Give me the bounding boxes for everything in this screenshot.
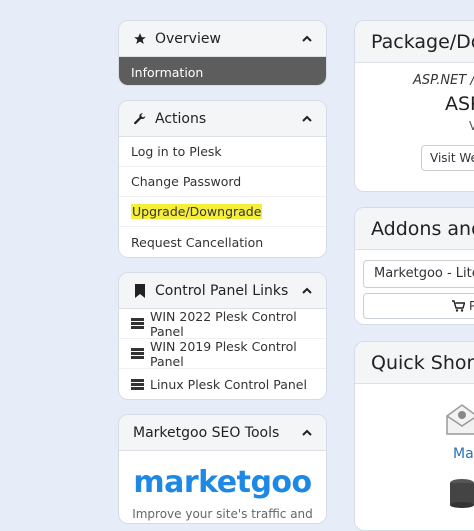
package-title: Package/Do xyxy=(355,21,474,63)
action-label: Log in to Plesk xyxy=(131,144,222,159)
link-linux-plesk[interactable]: Linux Plesk Control Panel xyxy=(119,369,326,399)
link-win-2022-plesk[interactable]: WIN 2022 Plesk Control Panel xyxy=(119,309,326,339)
package-line1: ASP.NET / xyxy=(413,73,474,88)
addon-purchase-button[interactable]: P xyxy=(363,293,474,319)
action-label: Change Password xyxy=(131,174,242,189)
visit-website-button[interactable]: Visit Web xyxy=(421,145,474,171)
overview-header[interactable]: Overview xyxy=(119,21,326,57)
quick-shortcut-label[interactable]: Ma xyxy=(453,446,474,462)
star-icon xyxy=(133,32,147,46)
actions-panel: Actions Log in to Plesk Change Password … xyxy=(118,100,327,258)
overview-title: Overview xyxy=(155,30,221,47)
action-change-password[interactable]: Change Password xyxy=(119,167,326,197)
link-label: WIN 2022 Plesk Control Panel xyxy=(150,308,297,339)
package-line3: V xyxy=(469,119,474,133)
package-panel: Package/Do ASP.NET / ASP V Visit Web xyxy=(354,20,474,192)
addon-button-label: P xyxy=(469,299,474,313)
control-panel-links-title: Control Panel Links xyxy=(155,282,289,299)
addons-panel: Addons and Marketgoo - Lite P xyxy=(354,207,474,325)
link-label: Linux Plesk Control Panel xyxy=(150,376,307,392)
overview-panel: Overview Information xyxy=(118,20,327,86)
envelope-icon[interactable] xyxy=(445,402,474,440)
link-win-2019-plesk[interactable]: WIN 2019 Plesk Control Panel xyxy=(119,339,326,369)
quick-shortcuts-title: Quick Shorte xyxy=(355,342,474,384)
action-request-cancellation[interactable]: Request Cancellation xyxy=(119,227,326,257)
server-icon xyxy=(131,317,144,330)
cart-icon xyxy=(452,300,465,312)
control-panel-links-panel: Control Panel Links WIN 2022 Plesk Contr… xyxy=(118,272,327,400)
chevron-up-icon[interactable] xyxy=(300,284,314,298)
action-label: Request Cancellation xyxy=(131,234,264,250)
action-login-plesk[interactable]: Log in to Plesk xyxy=(119,137,326,167)
wrench-icon xyxy=(133,112,147,126)
server-icon xyxy=(131,378,144,391)
addons-select[interactable]: Marketgoo - Lite xyxy=(363,260,474,288)
marketgoo-panel: Marketgoo SEO Tools marketgoo Improve yo… xyxy=(118,414,327,524)
addons-title: Addons and xyxy=(355,208,474,250)
database-icon[interactable] xyxy=(449,478,474,512)
bookmark-icon xyxy=(133,283,147,298)
chevron-up-icon[interactable] xyxy=(300,32,314,46)
chevron-up-icon[interactable] xyxy=(300,426,314,440)
package-line2: ASP xyxy=(445,93,474,115)
marketgoo-logo: marketgoo xyxy=(133,465,312,500)
actions-title: Actions xyxy=(155,110,207,127)
chevron-up-icon[interactable] xyxy=(300,112,314,126)
server-icon xyxy=(131,347,144,360)
actions-header[interactable]: Actions xyxy=(119,101,326,137)
sidebar-item-information[interactable]: Information xyxy=(119,57,326,85)
link-label: WIN 2019 Plesk Control Panel xyxy=(150,338,297,369)
sidebar-item-label: Information xyxy=(131,64,204,80)
marketgoo-tagline: Improve your site's traffic and xyxy=(132,507,313,521)
marketgoo-header[interactable]: Marketgoo SEO Tools xyxy=(119,415,326,451)
marketgoo-title: Marketgoo SEO Tools xyxy=(133,424,280,441)
action-label: Upgrade/Downgrade xyxy=(131,204,263,219)
action-upgrade-downgrade[interactable]: Upgrade/Downgrade xyxy=(119,197,326,227)
control-panel-links-header[interactable]: Control Panel Links xyxy=(119,273,326,309)
quick-shortcuts-panel: Quick Shorte Ma xyxy=(354,341,474,531)
